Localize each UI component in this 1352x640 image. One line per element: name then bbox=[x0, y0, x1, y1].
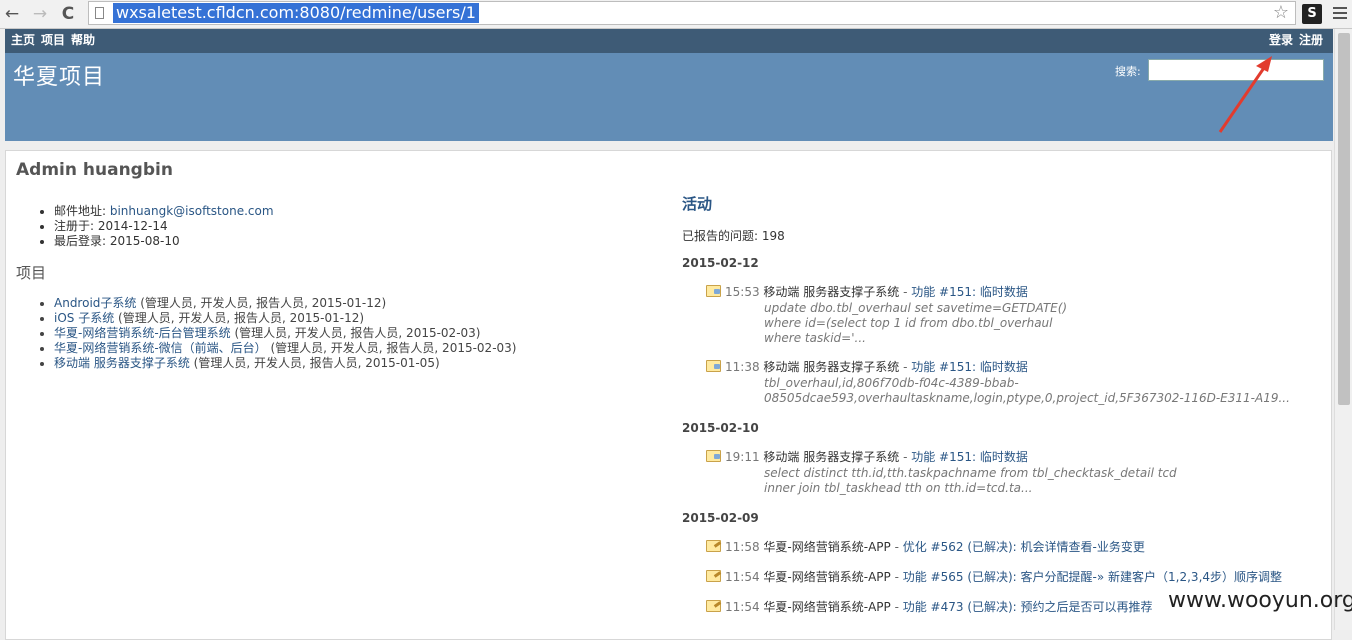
watermark: www.wooyun.org bbox=[1168, 588, 1352, 613]
projects-heading: 项目 bbox=[16, 264, 47, 282]
email-item: 邮件地址: binhuangk@isoftstone.com bbox=[54, 204, 274, 219]
project-link[interactable]: 华夏-网络营销系统-后台管理系统 bbox=[54, 326, 231, 340]
event-project: 移动端 服务器支撑子系统 bbox=[763, 450, 900, 464]
project-item: 华夏-网络营销系统-后台管理系统 (管理人员, 开发人员, 报告人员, 2015… bbox=[54, 326, 516, 341]
browser-menu-icon[interactable] bbox=[1333, 4, 1347, 24]
issue-edit-icon bbox=[706, 570, 721, 582]
back-icon[interactable]: ← bbox=[2, 4, 22, 24]
login-link[interactable]: 登录 bbox=[1269, 33, 1293, 47]
issue-note-icon bbox=[706, 285, 721, 297]
projects-list: Android子系统 (管理人员, 开发人员, 报告人员, 2015-01-12… bbox=[24, 296, 516, 371]
project-item: iOS 子系统 (管理人员, 开发人员, 报告人员, 2015-01-12) bbox=[54, 311, 516, 326]
address-bar[interactable]: wxsaletest.cfldcn.com:8080/redmine/users… bbox=[88, 1, 1296, 25]
forward-icon[interactable]: → bbox=[30, 4, 50, 24]
event-time: 19:11 bbox=[725, 450, 760, 464]
event-separator: - bbox=[890, 570, 903, 584]
event-description: update dbo.tbl_overhaul set savetime=GET… bbox=[764, 301, 1068, 345]
issue-note-icon bbox=[706, 450, 721, 462]
issue-edit-icon bbox=[706, 600, 721, 612]
project-item: 移动端 服务器支撑子系统 (管理人员, 开发人员, 报告人员, 2015-01-… bbox=[54, 356, 516, 371]
project-link[interactable]: 移动端 服务器支撑子系统 bbox=[54, 356, 190, 370]
activity-date: 2015-02-10 bbox=[682, 421, 759, 435]
vertical-scrollbar[interactable] bbox=[1334, 29, 1352, 630]
event-project: 移动端 服务器支撑子系统 bbox=[763, 360, 900, 374]
activity-event: 15:53 移动端 服务器支撑子系统 - 功能 #151: 临时数据 updat… bbox=[706, 285, 1067, 345]
browser-toolbar: ← → C wxsaletest.cfldcn.com:8080/redmine… bbox=[0, 0, 1352, 29]
project-link[interactable]: 华夏-网络营销系统-微信（前端、后台） bbox=[54, 341, 267, 355]
email-label: 邮件地址: bbox=[54, 204, 110, 218]
project-link[interactable]: Android子系统 bbox=[54, 296, 136, 310]
event-project: 移动端 服务器支撑子系统 bbox=[763, 285, 900, 299]
event-project: 华夏-网络营销系统-APP bbox=[763, 570, 891, 584]
event-separator: - bbox=[890, 600, 903, 614]
reported-issues: 已报告的问题: 198 bbox=[682, 227, 785, 244]
scrollbar-thumb[interactable] bbox=[1338, 33, 1350, 405]
event-time: 11:54 bbox=[725, 600, 760, 614]
page-icon bbox=[95, 7, 104, 19]
event-issue-link[interactable]: 功能 #151: 临时数据 bbox=[911, 450, 1028, 464]
event-issue-link[interactable]: 功能 #565 (已解决): 客户分配提醒-» 新建客户（1,2,3,4步）顺序… bbox=[903, 570, 1282, 584]
page-title: 华夏项目 bbox=[13, 65, 106, 90]
issue-note-icon bbox=[706, 360, 721, 372]
project-roles: (管理人员, 开发人员, 报告人员, 2015-01-12) bbox=[114, 311, 365, 325]
search-label: 搜索: bbox=[1115, 65, 1141, 78]
registered-item: 注册于: 2014-12-14 bbox=[54, 219, 274, 234]
event-description: tbl_overhaul,id,806f70db-f04c-4389-bbab-… bbox=[764, 376, 1290, 405]
email-link[interactable]: binhuangk@isoftstone.com bbox=[110, 204, 274, 218]
project-item: Android子系统 (管理人员, 开发人员, 报告人员, 2015-01-12… bbox=[54, 296, 516, 311]
bookmark-star-icon[interactable]: ☆ bbox=[1273, 2, 1289, 24]
user-info-list: 邮件地址: binhuangk@isoftstone.com 注册于: 2014… bbox=[24, 204, 274, 249]
event-time: 11:58 bbox=[725, 540, 760, 554]
user-name-heading: Admin huangbin bbox=[16, 160, 173, 180]
project-link[interactable]: iOS 子系统 bbox=[54, 311, 114, 325]
event-issue-link[interactable]: 优化 #562 (已解决): 机会详情查看-业务变更 bbox=[903, 540, 1145, 554]
event-issue-link[interactable]: 功能 #151: 临时数据 bbox=[911, 285, 1028, 299]
activity-heading: 活动 bbox=[682, 195, 713, 213]
event-separator: - bbox=[890, 540, 903, 554]
url-text[interactable]: wxsaletest.cfldcn.com:8080/redmine/users… bbox=[113, 3, 479, 23]
register-link[interactable]: 注册 bbox=[1299, 33, 1323, 47]
activity-event: 11:58 华夏-网络营销系统-APP - 优化 #562 (已解决): 机会详… bbox=[706, 540, 1145, 555]
project-item: 华夏-网络营销系统-微信（前端、后台） (管理人员, 开发人员, 报告人员, 2… bbox=[54, 341, 516, 356]
main-content: Admin huangbin 邮件地址: binhuangk@isoftston… bbox=[5, 150, 1332, 640]
project-roles: (管理人员, 开发人员, 报告人员, 2015-01-05) bbox=[189, 356, 440, 370]
project-roles: (管理人员, 开发人员, 报告人员, 2015-02-03) bbox=[266, 341, 517, 355]
event-issue-link[interactable]: 功能 #473 (已解决): 预约之后是否可以再推荐 bbox=[903, 600, 1153, 614]
activity-event: 19:11 移动端 服务器支撑子系统 - 功能 #151: 临时数据 selec… bbox=[706, 450, 1177, 495]
event-time: 15:53 bbox=[725, 285, 760, 299]
activity-date: 2015-02-09 bbox=[682, 511, 759, 525]
issue-edit-icon bbox=[706, 540, 721, 552]
reported-label: 已报告的问题: bbox=[682, 229, 762, 243]
topmenu-home-link[interactable]: 主页 bbox=[11, 33, 35, 47]
project-roles: (管理人员, 开发人员, 报告人员, 2015-02-03) bbox=[230, 326, 481, 340]
event-description: select distinct tth.id,tth.taskpachname … bbox=[764, 466, 1177, 495]
reload-icon[interactable]: C bbox=[58, 4, 78, 24]
project-roles: (管理人员, 开发人员, 报告人员, 2015-01-12) bbox=[136, 296, 387, 310]
activity-date: 2015-02-12 bbox=[682, 256, 759, 270]
event-separator: - bbox=[899, 450, 912, 464]
event-separator: - bbox=[899, 285, 912, 299]
event-time: 11:38 bbox=[725, 360, 760, 374]
annotation-arrow-icon bbox=[1218, 56, 1272, 133]
event-separator: - bbox=[899, 360, 912, 374]
event-project: 华夏-网络营销系统-APP bbox=[763, 600, 891, 614]
project-header: 华夏项目 搜索: bbox=[5, 53, 1333, 141]
activity-event: 11:54 华夏-网络营销系统-APP - 功能 #473 (已解决): 预约之… bbox=[706, 600, 1153, 615]
top-menu: 主页 项目 帮助 登录 注册 bbox=[5, 29, 1333, 53]
reported-count-link[interactable]: 198 bbox=[762, 229, 785, 243]
last-login-item: 最后登录: 2015-08-10 bbox=[54, 234, 274, 249]
activity-event: 11:38 移动端 服务器支撑子系统 - 功能 #151: 临时数据 tbl_o… bbox=[706, 360, 1290, 405]
event-issue-link[interactable]: 功能 #151: 临时数据 bbox=[911, 360, 1028, 374]
topmenu-projects-link[interactable]: 项目 bbox=[41, 33, 65, 47]
extension-icon[interactable]: S bbox=[1302, 4, 1322, 24]
topmenu-help-link[interactable]: 帮助 bbox=[71, 33, 95, 47]
event-time: 11:54 bbox=[725, 570, 760, 584]
activity-event: 11:54 华夏-网络营销系统-APP - 功能 #565 (已解决): 客户分… bbox=[706, 570, 1282, 585]
event-project: 华夏-网络营销系统-APP bbox=[763, 540, 891, 554]
